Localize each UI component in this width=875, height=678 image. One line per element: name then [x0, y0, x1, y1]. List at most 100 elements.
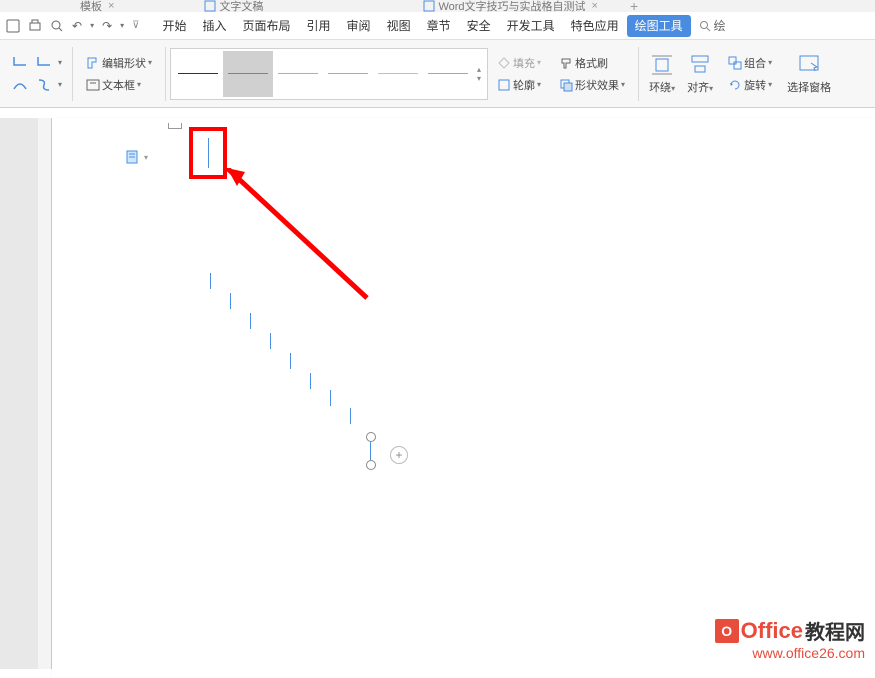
brand-url: www.office26.com	[715, 645, 865, 661]
style-lightblue[interactable]	[423, 51, 473, 97]
label: 选择窗格	[787, 79, 831, 95]
selection-pane-icon	[797, 53, 821, 77]
wrap-button[interactable]: 环绕▾	[643, 49, 681, 99]
navigation-icon[interactable]	[126, 150, 140, 164]
print-icon[interactable]	[28, 19, 42, 33]
margin-marker	[168, 123, 182, 129]
fill-icon	[497, 56, 511, 70]
edit-shape-icon	[86, 56, 100, 70]
chevron-down-icon: ▾	[148, 58, 152, 67]
chevron-down-icon[interactable]: ▾	[120, 21, 124, 30]
style-orange[interactable]	[273, 51, 323, 97]
format-painter-button[interactable]: 格式刷	[556, 53, 628, 73]
edit-group: 编辑形状 ▾ 文本框 ▾	[77, 40, 161, 107]
style-black[interactable]	[173, 51, 223, 97]
chevron-down-icon: ▾	[768, 58, 772, 67]
selection-pane-button[interactable]: 选择窗格	[781, 49, 837, 99]
shape-effects-button[interactable]: 形状效果 ▾	[556, 75, 628, 95]
rotate-button[interactable]: 旋转 ▾	[725, 75, 775, 95]
line-segment	[270, 333, 271, 349]
fill-button[interactable]: 填充 ▾	[494, 53, 544, 73]
menu-reference[interactable]: 引用	[299, 12, 339, 40]
line-segment	[210, 273, 211, 289]
line-segment	[310, 373, 311, 389]
menu-dropdown-icon[interactable]: ⊽	[132, 20, 139, 31]
resize-handle-bottom[interactable]	[366, 460, 376, 470]
selected-line-shape[interactable]	[366, 432, 376, 470]
document-page[interactable]: ▾ +	[52, 118, 875, 678]
chevron-down-icon[interactable]: ▾	[144, 153, 148, 162]
tab-add-icon[interactable]: +	[630, 0, 638, 14]
annotation-arrow	[227, 168, 397, 338]
label: 旋转	[744, 77, 766, 93]
group-button[interactable]: 组合 ▾	[725, 53, 775, 73]
group-icon	[728, 56, 742, 70]
line-shape-thumbnail	[208, 138, 209, 168]
shape-tools-group: ▾ ▾	[4, 40, 68, 107]
label: 组合	[744, 55, 766, 71]
menu-dev-tools[interactable]: 开发工具	[499, 12, 563, 40]
menu-page-layout[interactable]: 页面布局	[235, 12, 299, 40]
style-gray[interactable]	[323, 51, 373, 97]
workspace: ▾ +	[0, 118, 875, 669]
tab-1[interactable]: 模板×	[80, 0, 114, 14]
align-button[interactable]: 对齐▾	[681, 49, 719, 99]
s-curve-tool[interactable]	[34, 75, 54, 95]
line-style-gallery: ▴▾	[170, 48, 488, 100]
outline-icon	[497, 78, 511, 92]
textbox-icon	[86, 78, 100, 92]
preview-icon[interactable]	[50, 19, 64, 33]
undo-icon[interactable]: ↶	[72, 19, 82, 33]
label: 文本框	[102, 77, 135, 93]
edit-shape-button[interactable]: 编辑形状 ▾	[83, 53, 155, 73]
menu-drawing-tools[interactable]: 绘图工具	[627, 15, 691, 37]
menu-review[interactable]: 审阅	[339, 12, 379, 40]
close-icon[interactable]: ×	[592, 0, 598, 12]
wrap-icon	[650, 53, 674, 77]
fill-outline-group: 填充 ▾ 轮廓 ▾	[488, 40, 550, 107]
redo-icon[interactable]: ↷	[102, 19, 112, 33]
chevron-down-icon[interactable]: ▾	[58, 58, 62, 67]
add-icon[interactable]: +	[390, 446, 408, 464]
rotate-icon	[728, 78, 742, 92]
chevron-down-icon[interactable]: ▾	[90, 21, 94, 30]
line-segment	[350, 408, 351, 424]
line-elbow-tool[interactable]	[10, 53, 30, 73]
menu-chapter[interactable]: 章节	[419, 12, 459, 40]
chevron-down-icon[interactable]: ▾	[58, 80, 62, 89]
menu-start[interactable]: 开始	[154, 12, 194, 40]
outline-button[interactable]: 轮廓 ▾	[494, 75, 544, 95]
chevron-down-icon: ▾	[537, 80, 541, 89]
style-blue[interactable]	[223, 51, 273, 97]
line-curve-tool[interactable]	[34, 53, 54, 73]
label: 环绕	[649, 82, 671, 94]
label: 格式刷	[575, 55, 608, 71]
textbox-button[interactable]: 文本框 ▾	[83, 75, 155, 95]
office-logo-icon: O	[715, 619, 739, 643]
curve-tool[interactable]	[10, 75, 30, 95]
line-segment	[230, 293, 231, 309]
ribbon-toolbar: ▾ ▾ 编辑形状 ▾ 文本框 ▾ ▴▾ 填充 ▾	[0, 40, 875, 108]
menu-security[interactable]: 安全	[459, 12, 499, 40]
chevron-down-icon: ▾	[621, 80, 625, 89]
menu-insert[interactable]: 插入	[195, 12, 235, 40]
menu-view[interactable]: 视图	[379, 12, 419, 40]
search-placeholder: 绘	[714, 17, 726, 34]
gallery-expand[interactable]: ▴▾	[473, 65, 485, 83]
label: 填充	[513, 55, 535, 71]
close-icon[interactable]: ×	[108, 0, 114, 12]
chevron-down-icon: ▾	[768, 80, 772, 89]
line-segment	[250, 313, 251, 329]
brand-cn: 教程网	[805, 616, 865, 645]
style-yellow[interactable]	[373, 51, 423, 97]
vertical-ruler	[38, 118, 52, 669]
line-body	[370, 442, 371, 460]
chevron-down-icon: ▾	[137, 80, 141, 89]
menu-special[interactable]: 特色应用	[563, 12, 627, 40]
quick-access: ↶ ▾ ↷ ▾ ⊽	[0, 19, 139, 33]
resize-handle-top[interactable]	[366, 432, 376, 442]
search-box[interactable]: 绘	[699, 17, 726, 34]
label: 编辑形状	[102, 55, 146, 71]
save-icon[interactable]	[6, 19, 20, 33]
effects-icon	[559, 78, 573, 92]
